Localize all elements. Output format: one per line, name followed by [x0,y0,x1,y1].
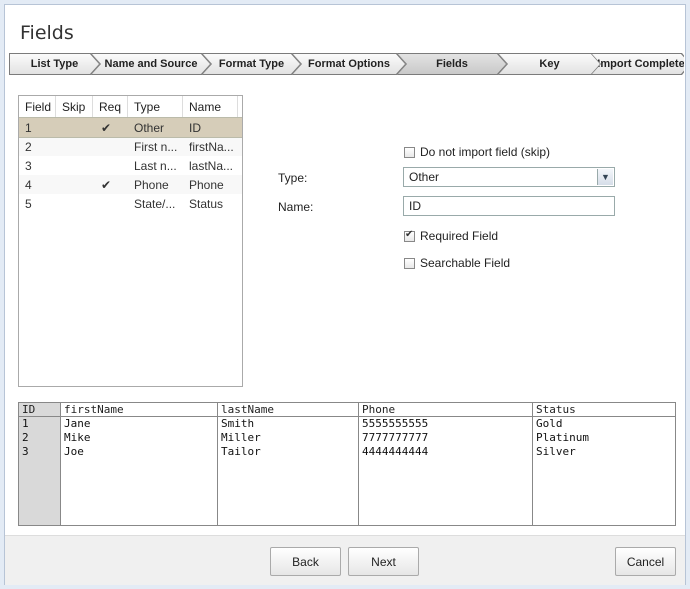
preview-cell: 7777777777 [362,431,429,444]
preview-cell: Smith [221,417,255,430]
column-header-field[interactable]: Field [19,96,56,117]
field-grid-cell-field: 3 [25,158,32,173]
preview-column: lastName Smith Miller Tailor [218,403,359,525]
field-grid-cell-skip [56,118,93,137]
field-grid-cell-field: 1 [25,120,32,135]
field-grid-cell-type: State/... [134,196,176,211]
field-grid-cell-req [93,156,128,175]
field-grid-cell-skip [56,194,93,213]
data-preview-table: ID 1 2 3 firstName Jane Mike Joe lastName Smith Mi… [18,402,676,526]
column-header-type[interactable]: Type [128,96,183,117]
field-grid-cell-name: Phone [189,177,224,192]
preview-column-header: ID [19,403,60,417]
field-grid-row[interactable]: 3 Last n... lastNa... [19,156,242,175]
preview-column-header: Phone [359,403,532,417]
preview-cell: 2 [22,431,29,444]
next-button[interactable]: Next [348,547,419,576]
field-grid-cell-name: Status [189,196,224,211]
field-grid-cell-req [93,194,128,213]
preview-cell: Jane [64,417,91,430]
column-header-req[interactable]: Req [93,96,128,117]
field-grid-cell-type: Other [134,120,165,135]
column-header-skip[interactable]: Skip [56,96,93,117]
preview-column: ID 1 2 3 [19,403,61,525]
preview-column: Status Gold Platinum Silver [533,403,675,525]
field-grid-cell-type: First n... [134,139,178,154]
skip-field-option[interactable]: Do not import field (skip) [404,145,550,159]
preview-cell: 5555555555 [362,417,429,430]
preview-cell: Tailor [221,445,261,458]
searchable-label: Searchable Field [420,256,511,270]
page-title: Fields [20,22,74,44]
wizard-steps: List Type Name and Source Format Type Forma… [9,53,684,75]
required-field-option[interactable]: Required Field [404,229,498,243]
field-grid-cell-name: lastNa... [189,158,234,173]
field-grid-cell-req [93,137,128,156]
field-grid-row[interactable]: 5 State/... Status [19,194,242,213]
field-grid-cell-req: ✔ [101,120,112,135]
preview-column-header: lastName [218,403,358,417]
wizard-footer: Back Next Cancel [5,535,685,585]
field-list-grid: Field Skip Req Type Name 1 ✔ Other ID 2 First… [18,95,243,387]
field-grid-row[interactable]: 2 First n... firstNa... [19,137,242,156]
field-grid-cell-skip [56,137,93,156]
wizard-step[interactable]: List Type [10,54,99,74]
field-grid-row[interactable]: 4 ✔ Phone Phone [19,175,242,194]
preview-column-header: Status [533,403,675,417]
preview-cell: 4444444444 [362,445,429,458]
skip-checkbox[interactable] [404,146,415,158]
wizard-step[interactable]: Key [499,54,600,74]
preview-column: Phone 5555555555 7777777777 4444444444 [359,403,533,525]
field-grid-cell-name: ID [189,120,201,135]
field-grid-cell-req: ✔ [101,177,112,192]
required-checkbox[interactable] [404,229,415,242]
chevron-down-icon[interactable]: ▼ [597,169,613,185]
name-label: Name: [278,200,314,214]
wizard-step[interactable]: Format Type [203,54,300,74]
field-grid-cell-field: 2 [25,139,32,154]
wizard-step[interactable]: Import Complete [592,54,684,74]
field-grid-cell-skip [56,156,93,175]
searchable-field-option[interactable]: Searchable Field [404,256,510,270]
wizard-step[interactable]: Fields [398,54,506,74]
preview-cell: Joe [64,445,84,458]
preview-column-header: firstName [61,403,217,417]
field-grid-cell-field: 5 [25,196,32,211]
preview-cell: Miller [221,431,261,444]
wizard-step[interactable]: Name and Source [92,54,210,74]
field-grid-cell-skip [56,175,93,194]
preview-column: firstName Jane Mike Joe [61,403,218,525]
import-wizard-window: Fields List Type Name and Source Format Ty… [4,4,686,585]
preview-cell: Mike [64,431,91,444]
field-grid-cell-field: 4 [25,177,32,192]
preview-cell: 3 [22,445,29,458]
searchable-checkbox[interactable] [404,257,415,269]
preview-cell: Silver [536,445,576,458]
type-select[interactable]: Other ▼ [403,167,615,187]
type-select-value: Other [409,170,440,184]
cancel-button[interactable]: Cancel [615,547,676,576]
field-grid-cell-type: Phone [134,177,169,192]
preview-cell: 1 [22,417,29,430]
preview-cell: Gold [536,417,563,430]
field-grid-row[interactable]: 1 ✔ Other ID [19,117,242,138]
column-header-name[interactable]: Name [183,96,238,117]
wizard-step[interactable]: Format Options [293,54,405,74]
required-label: Required Field [420,229,499,243]
name-input[interactable]: ID [403,196,615,216]
type-label: Type: [278,171,308,185]
back-button[interactable]: Back [270,547,341,576]
preview-cell: Platinum [536,431,589,444]
name-input-value: ID [409,199,421,213]
field-grid-header: Field Skip Req Type Name [19,96,242,118]
skip-label: Do not import field (skip) [420,145,551,159]
field-grid-cell-name: firstNa... [189,139,234,154]
field-grid-cell-type: Last n... [134,158,177,173]
